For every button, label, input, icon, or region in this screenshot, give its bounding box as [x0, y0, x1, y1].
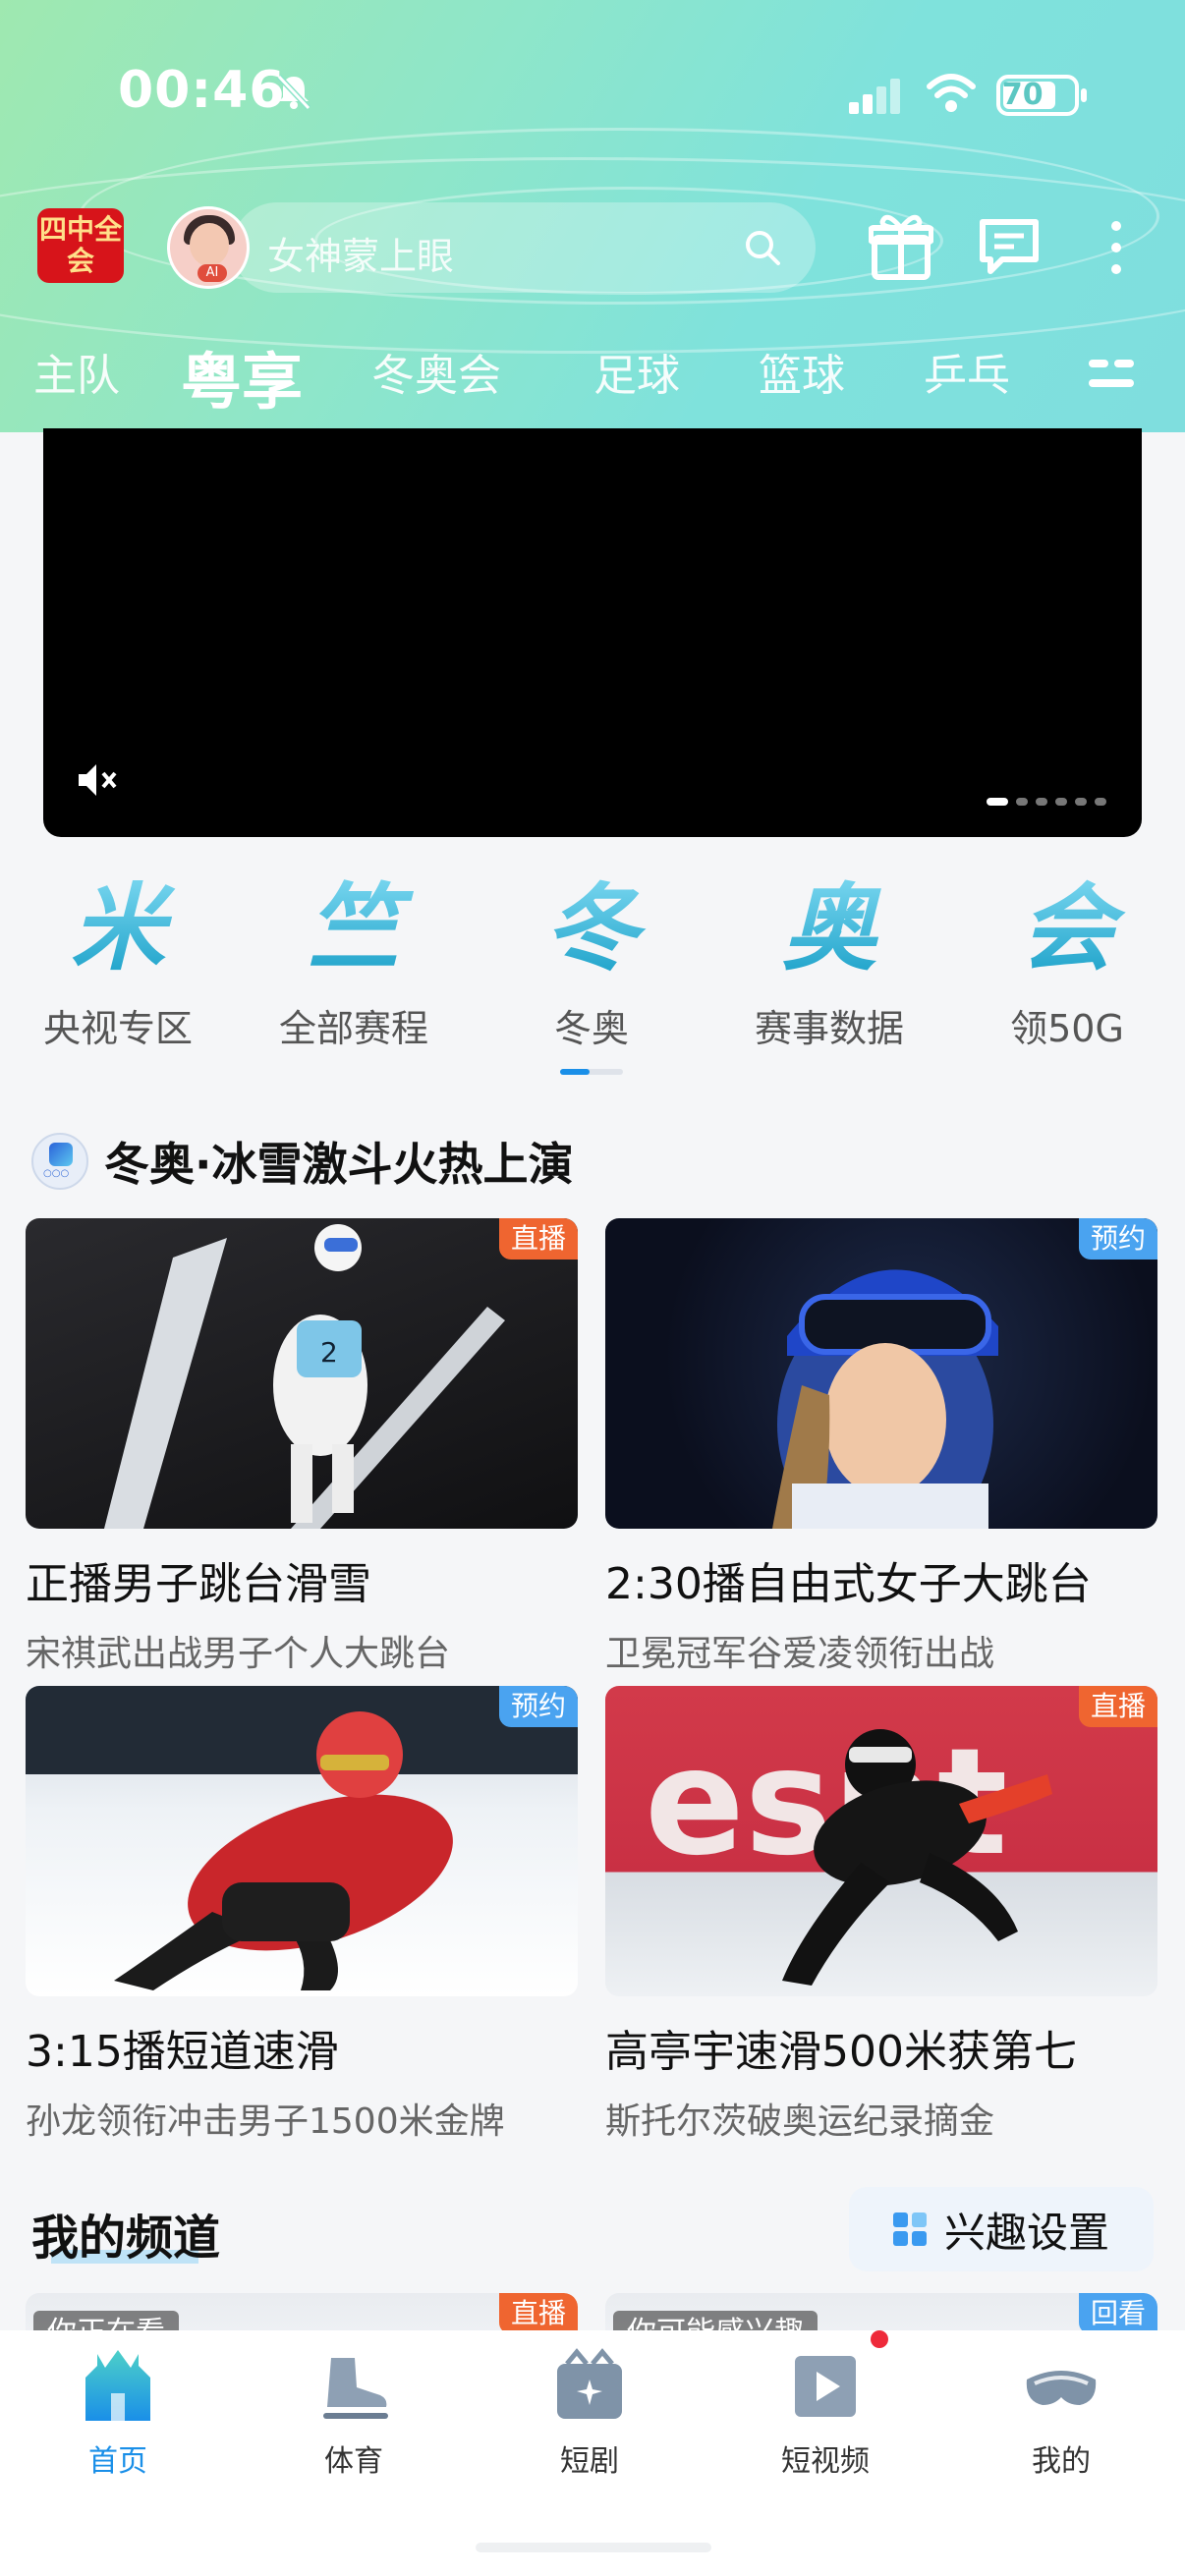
play-video-icon — [795, 2356, 856, 2417]
nav-home[interactable]: 首页 — [20, 2344, 216, 2480]
shortcut-label: 全部赛程 — [278, 1007, 428, 1050]
ski-jumper-illustration: 2 — [104, 1224, 505, 1529]
live-badge: 直播 — [1078, 1686, 1157, 1727]
home-icon — [85, 2350, 150, 2421]
interest-settings-label: 兴趣设置 — [943, 2208, 1109, 2257]
reserve-badge: 预约 — [498, 1686, 578, 1727]
section-title: 冬奥·冰雪激斗火热上演 — [104, 1138, 574, 1191]
shortcut-row: 米 央视专区 竺 全部赛程 冬 冬奥 奥 赛事数据 会 领50G — [0, 855, 1185, 1091]
status-bar: 00:46 70 — [0, 0, 1185, 187]
card-title: 正播男子跳台滑雪 — [26, 1559, 371, 1609]
speed-skater-illustration: esnt — [645, 1717, 1052, 1986]
shortcut-label: 领50G — [1010, 1007, 1124, 1050]
signal-icon — [849, 79, 900, 114]
video-card[interactable]: esnt 直播 高亭宇速滑500米获第七 斯托尔茨破奥运纪录摘金 — [605, 1686, 1157, 2144]
battery-level: 70 — [1001, 78, 1044, 112]
shortcut-claim-50g[interactable]: 会 领50G — [959, 874, 1175, 1052]
wifi-icon — [927, 74, 976, 112]
reserve-badge: 预约 — [1078, 1218, 1157, 1260]
shortcut-label: 央视专区 — [42, 1007, 193, 1050]
nav-label: 短视频 — [781, 2444, 870, 2479]
mute-icon[interactable] — [77, 760, 120, 800]
bell-off-icon — [276, 74, 311, 111]
nav-label: 首页 — [88, 2444, 147, 2479]
header: 00:46 70 四中全会 女神蒙上眼 AI 主队 粤享 冬奥会 足球 篮球 乒… — [0, 0, 1185, 432]
event-logo-badge[interactable]: 四中全会 — [37, 208, 124, 283]
card-title: 3:15播短道速滑 — [26, 2027, 339, 2077]
short-track-skater-illustration — [26, 1686, 578, 1990]
shortcut-label: 冬奥 — [553, 1007, 629, 1050]
tab-manage-icon[interactable] — [1089, 356, 1134, 391]
section-header: ○○○ 冬奥·冰雪激斗火热上演 — [31, 1130, 573, 1193]
search-icon[interactable] — [743, 228, 782, 267]
search-placeholder: 女神蒙上眼 — [267, 235, 455, 278]
card-thumbnail: 预约 — [605, 1218, 1157, 1529]
shortcut-full-schedule[interactable]: 竺 全部赛程 — [246, 874, 462, 1052]
nav-short-drama[interactable]: 短剧 — [491, 2344, 688, 2480]
card-thumbnail: 2 直播 — [26, 1218, 578, 1529]
battery-indicator: 70 — [996, 75, 1087, 116]
nav-short-video[interactable]: 短视频 — [727, 2344, 924, 2480]
ai-badge: AI — [198, 264, 227, 282]
winter-olympics-icon: 冬 — [483, 874, 700, 982]
tab-basketball[interactable]: 篮球 — [759, 340, 845, 403]
clapperboard-icon — [557, 2348, 622, 2419]
status-time: 00:46 — [118, 61, 286, 120]
bottom-navigation: 首页 体育 短剧 短视频 我的 — [0, 2330, 1185, 2576]
my-channel-title: 我的频道 — [31, 2211, 221, 2266]
ice-skate-icon — [323, 2358, 388, 2419]
card-subtitle: 斯托尔茨破奥运纪录摘金 — [605, 2101, 995, 2142]
home-indicator — [476, 2543, 711, 2552]
grid-icon — [892, 2212, 927, 2246]
nav-label: 我的 — [1032, 2444, 1091, 2479]
card-subtitle: 卫冕冠军谷爱凌领衔出战 — [605, 1634, 995, 1674]
more-vertical-icon[interactable] — [1099, 216, 1134, 279]
carousel-indicator — [987, 798, 1106, 806]
shortcut-cctv-zone[interactable]: 米 央视专区 — [10, 874, 226, 1052]
notification-dot — [871, 2330, 888, 2348]
cctv-zone-icon: 米 — [10, 874, 226, 982]
shortcut-scroll-indicator — [560, 1069, 623, 1075]
tab-home-team[interactable]: 主队 — [33, 340, 120, 403]
video-card[interactable]: 预约 2:30播自由式女子大跳台 卫冕冠军谷爱凌领衔出战 — [605, 1218, 1157, 1676]
channel-tabs: 主队 粤享 冬奥会 足球 篮球 乒乓 — [0, 332, 1185, 420]
schedule-icon: 竺 — [246, 874, 462, 982]
athlete-portrait-illustration — [772, 1269, 998, 1529]
nav-sports[interactable]: 体育 — [255, 2344, 452, 2480]
svg-text:2: 2 — [320, 1336, 338, 1369]
search-bar[interactable]: 女神蒙上眼 — [232, 202, 816, 293]
claim-50g-icon: 会 — [959, 874, 1175, 982]
ski-goggles-icon — [1026, 2371, 1097, 2405]
nav-label: 体育 — [324, 2444, 383, 2479]
card-thumbnail: esnt 直播 — [605, 1686, 1157, 1996]
video-card[interactable]: 2 直播 正播男子跳台滑雪 宋祺武出战男子个人大跳台 — [26, 1218, 578, 1676]
ai-assistant-avatar[interactable]: AI — [167, 206, 250, 289]
olympic-emblem-icon: ○○○ — [31, 1133, 88, 1190]
video-card[interactable]: 预约 3:15播短道速滑 孙龙领衔冲击男子1500米金牌 — [26, 1686, 578, 2144]
live-badge: 直播 — [498, 2293, 578, 2334]
card-title: 2:30播自由式女子大跳台 — [605, 1559, 1092, 1609]
card-subtitle: 宋祺武出战男子个人大跳台 — [26, 1634, 451, 1674]
tab-winter-olympics[interactable]: 冬奥会 — [371, 340, 501, 403]
message-icon[interactable] — [977, 216, 1042, 279]
card-title: 高亭宇速滑500米获第七 — [605, 2027, 1077, 2077]
event-data-icon: 奥 — [721, 874, 937, 982]
video-player[interactable] — [43, 428, 1142, 837]
tab-football[interactable]: 足球 — [593, 340, 680, 403]
shortcut-winter-olympics[interactable]: 冬 冬奥 — [483, 874, 700, 1052]
card-thumbnail: 预约 — [26, 1686, 578, 1996]
gift-icon[interactable] — [869, 208, 933, 283]
replay-badge: 回看 — [1078, 2293, 1157, 2334]
interest-settings-button[interactable]: 兴趣设置 — [849, 2187, 1154, 2271]
nav-label: 短剧 — [560, 2444, 619, 2479]
shortcut-event-data[interactable]: 奥 赛事数据 — [721, 874, 937, 1052]
card-subtitle: 孙龙领衔冲击男子1500米金牌 — [26, 2101, 505, 2142]
live-badge: 直播 — [498, 1218, 578, 1260]
nav-profile[interactable]: 我的 — [963, 2344, 1159, 2480]
tab-yuexiang[interactable]: 粤享 — [181, 332, 303, 420]
shortcut-label: 赛事数据 — [754, 1007, 904, 1050]
tab-table-tennis[interactable]: 乒乓 — [924, 340, 1010, 403]
